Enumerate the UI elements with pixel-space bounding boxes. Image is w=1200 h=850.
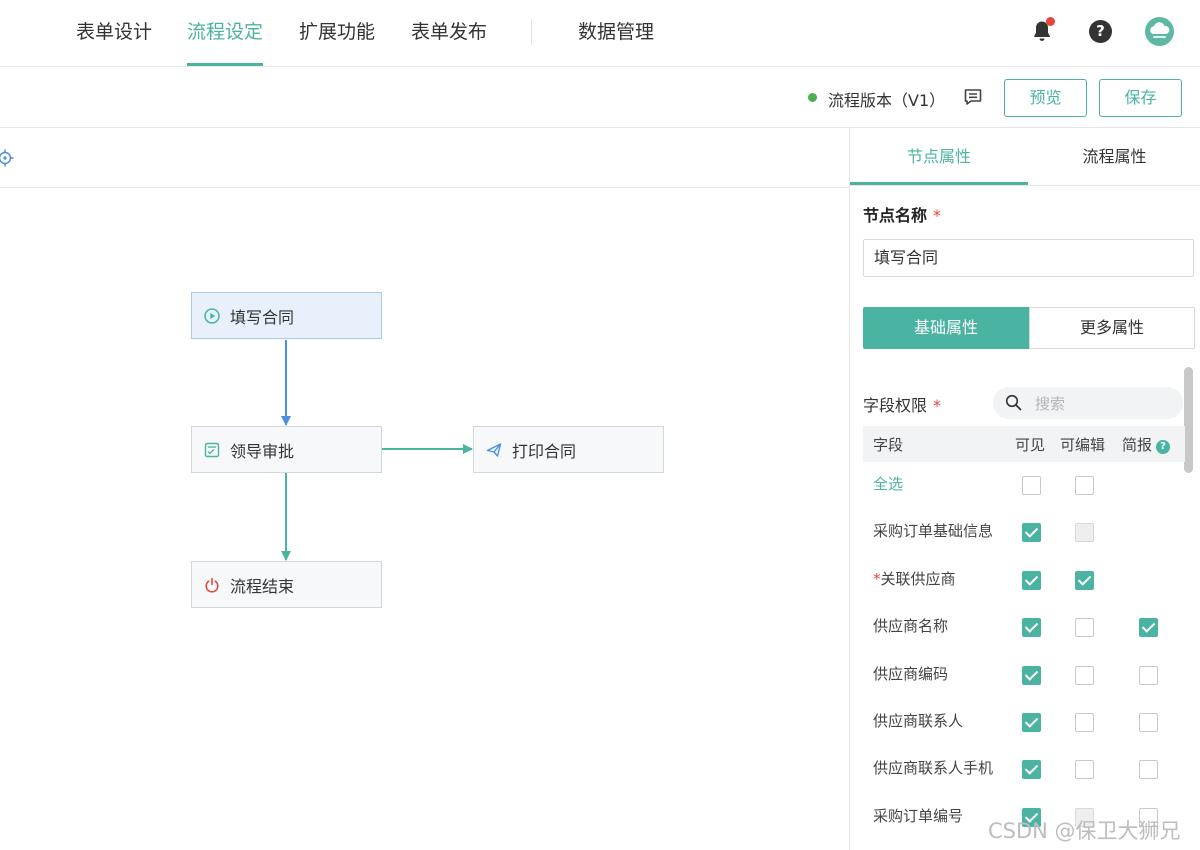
visible-checkbox[interactable] xyxy=(1022,570,1041,590)
field-name-text: 采购订单编号 xyxy=(873,806,964,825)
segment-more-properties[interactable]: 更多属性 xyxy=(1029,307,1195,349)
flow-node-fill-contract[interactable]: 填写合同 xyxy=(191,292,382,339)
brief-checkbox[interactable] xyxy=(1139,760,1158,780)
editable-checkbox[interactable] xyxy=(1075,713,1094,732)
preview-button[interactable]: 预览 xyxy=(1004,79,1087,117)
top-nav: 表单设计 流程设定 扩展功能 表单发布 数据管理 ? xyxy=(0,0,1200,67)
column-brief: 简报? xyxy=(1122,434,1171,455)
flow-canvas[interactable]: 填写合同 领导审批 打印合同 流程结束 xyxy=(0,128,849,850)
editable-checkbox[interactable] xyxy=(1075,570,1094,590)
flow-node-label: 打印合同 xyxy=(512,441,577,461)
field-name: 采购订单基础信息 xyxy=(873,520,993,541)
node-name-label-text: 节点名称 xyxy=(863,206,928,225)
notification-dot xyxy=(1046,17,1055,26)
avatar[interactable] xyxy=(1145,17,1174,46)
field-name: 供应商联系人手机 xyxy=(873,757,993,778)
comment-icon[interactable] xyxy=(963,87,983,107)
tab-node-properties[interactable]: 节点属性 xyxy=(850,128,1028,185)
permission-row: 供应商编码 xyxy=(863,652,1185,699)
editable-checkbox[interactable] xyxy=(1075,618,1094,638)
approval-icon xyxy=(204,442,220,457)
field-name: 供应商名称 xyxy=(873,615,948,636)
visible-checkbox[interactable] xyxy=(1022,760,1041,780)
visible-checkbox[interactable] xyxy=(1022,618,1041,638)
field-name-text: 供应商联系人 xyxy=(873,712,964,730)
field-name-text: 全选 xyxy=(873,475,904,493)
editable-checkbox[interactable] xyxy=(1075,760,1094,780)
flow-node-print-contract[interactable]: 打印合同 xyxy=(473,426,664,473)
flow-edges xyxy=(281,340,473,561)
help-icon[interactable]: ? xyxy=(1089,20,1112,43)
column-field: 字段 xyxy=(873,436,904,454)
flow-node-end[interactable]: 流程结束 xyxy=(191,561,382,608)
field-name: 采购订单编号 xyxy=(873,805,963,826)
visible-checkbox[interactable] xyxy=(1022,713,1041,732)
column-visible: 可见 xyxy=(1015,436,1046,454)
field-name-text: 供应商联系人手机 xyxy=(873,759,994,778)
nav-tab-data-management[interactable]: 数据管理 xyxy=(578,18,654,66)
properties-panel: 节点属性 流程属性 节点名称 * 填写合同 基础属性 更多属性 字段权限 * 搜索 … xyxy=(849,128,1200,850)
brief-checkbox[interactable] xyxy=(1139,713,1158,732)
required-mark: * xyxy=(933,396,942,415)
column-editable: 可编辑 xyxy=(1060,436,1106,454)
required-mark: * xyxy=(873,569,881,588)
send-icon xyxy=(486,442,502,457)
nav-tab-form-design[interactable]: 表单设计 xyxy=(76,18,152,66)
field-permission-label-text: 字段权限 xyxy=(863,396,928,415)
status-dot xyxy=(808,93,817,102)
search-placeholder: 搜索 xyxy=(1035,395,1066,413)
play-circle-icon xyxy=(204,307,220,324)
visible-checkbox[interactable] xyxy=(1022,523,1041,543)
nav-tab-extensions[interactable]: 扩展功能 xyxy=(299,18,375,66)
tab-divider xyxy=(850,185,1200,186)
editable-checkbox[interactable] xyxy=(1075,665,1094,685)
required-mark: * xyxy=(933,206,942,225)
flow-node-label: 填写合同 xyxy=(230,307,295,327)
field-name: *关联供应商 xyxy=(873,568,956,589)
field-name-text: 供应商编码 xyxy=(873,664,949,683)
field-name-text: 关联供应商 xyxy=(880,569,956,588)
save-button[interactable]: 保存 xyxy=(1099,79,1182,117)
editable-checkbox xyxy=(1075,523,1094,543)
flow-version-label[interactable]: 流程版本（V1） xyxy=(828,87,945,111)
flow-node-label: 流程结束 xyxy=(230,576,295,596)
permission-row: 采购订单基础信息 xyxy=(863,509,1185,556)
watermark: CSDN @保卫大狮兄 xyxy=(988,819,1181,843)
tab-flow-properties[interactable]: 流程属性 xyxy=(1028,128,1200,185)
field-name-text: 采购订单基础信息 xyxy=(873,522,994,541)
select-all-link[interactable]: 全选 xyxy=(873,473,903,494)
search-icon xyxy=(1005,394,1022,411)
permission-row: 全选 xyxy=(863,462,1185,509)
permission-table-header: 字段 可见 可编辑 简报? xyxy=(863,426,1185,462)
flow-node-leader-approval[interactable]: 领导审批 xyxy=(191,426,382,473)
visible-checkbox[interactable] xyxy=(1022,476,1041,495)
node-name-label: 节点名称 * xyxy=(863,202,941,226)
panel-scrollbar[interactable] xyxy=(1184,367,1193,473)
field-name: 供应商联系人 xyxy=(873,710,963,731)
field-name: 供应商编码 xyxy=(873,663,948,684)
field-name-text: 供应商名称 xyxy=(873,617,949,636)
avatar-cloud-icon xyxy=(1150,22,1170,38)
permission-row: 供应商联系人 xyxy=(863,699,1185,746)
nav-tab-form-publish[interactable]: 表单发布 xyxy=(411,18,487,66)
brief-checkbox[interactable] xyxy=(1139,618,1158,638)
field-search[interactable]: 搜索 xyxy=(993,387,1183,419)
flow-toolbar: 流程版本（V1） 预览 保存 xyxy=(0,67,1200,128)
help-icon[interactable]: ? xyxy=(1156,440,1171,454)
column-brief-text: 简报 xyxy=(1122,436,1153,454)
power-icon xyxy=(205,577,219,592)
nav-tab-flow-setting[interactable]: 流程设定 xyxy=(187,18,264,66)
field-permission-label: 字段权限 * xyxy=(863,392,941,416)
flow-node-label: 领导审批 xyxy=(230,441,295,461)
brief-checkbox[interactable] xyxy=(1139,665,1158,685)
permission-row: 供应商名称 xyxy=(863,604,1185,651)
segment-basic-properties[interactable]: 基础属性 xyxy=(863,307,1029,349)
permission-row: *关联供应商 xyxy=(863,557,1185,604)
permission-row: 供应商联系人手机 xyxy=(863,746,1185,793)
visible-checkbox[interactable] xyxy=(1022,665,1041,685)
nav-divider xyxy=(531,19,532,45)
node-name-input[interactable]: 填写合同 xyxy=(863,239,1194,277)
editable-checkbox[interactable] xyxy=(1075,476,1094,495)
